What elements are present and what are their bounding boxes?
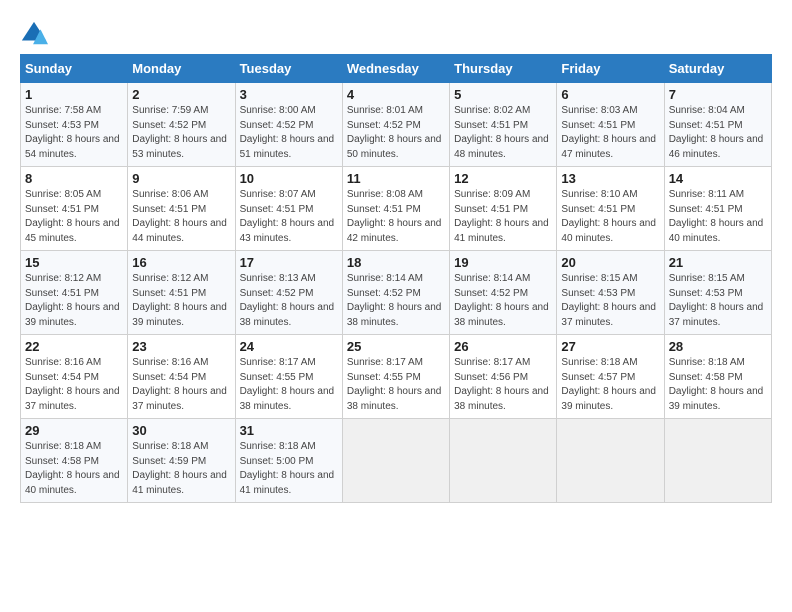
calendar-week-3: 15Sunrise: 8:12 AMSunset: 4:51 PMDayligh… [21, 251, 772, 335]
table-row [664, 419, 771, 503]
page-container: SundayMondayTuesdayWednesdayThursdayFrid… [0, 0, 792, 513]
col-header-friday: Friday [557, 55, 664, 83]
table-row: 20Sunrise: 8:15 AMSunset: 4:53 PMDayligh… [557, 251, 664, 335]
logo-icon [20, 20, 48, 48]
col-header-monday: Monday [128, 55, 235, 83]
table-row [450, 419, 557, 503]
table-row: 10Sunrise: 8:07 AMSunset: 4:51 PMDayligh… [235, 167, 342, 251]
table-row: 31Sunrise: 8:18 AMSunset: 5:00 PMDayligh… [235, 419, 342, 503]
table-row: 3Sunrise: 8:00 AMSunset: 4:52 PMDaylight… [235, 83, 342, 167]
table-row: 6Sunrise: 8:03 AMSunset: 4:51 PMDaylight… [557, 83, 664, 167]
table-row: 21Sunrise: 8:15 AMSunset: 4:53 PMDayligh… [664, 251, 771, 335]
logo [20, 20, 52, 48]
calendar-week-4: 22Sunrise: 8:16 AMSunset: 4:54 PMDayligh… [21, 335, 772, 419]
calendar-week-5: 29Sunrise: 8:18 AMSunset: 4:58 PMDayligh… [21, 419, 772, 503]
table-row: 27Sunrise: 8:18 AMSunset: 4:57 PMDayligh… [557, 335, 664, 419]
table-row: 12Sunrise: 8:09 AMSunset: 4:51 PMDayligh… [450, 167, 557, 251]
table-row [342, 419, 449, 503]
col-header-saturday: Saturday [664, 55, 771, 83]
table-row: 28Sunrise: 8:18 AMSunset: 4:58 PMDayligh… [664, 335, 771, 419]
table-row: 14Sunrise: 8:11 AMSunset: 4:51 PMDayligh… [664, 167, 771, 251]
table-row: 15Sunrise: 8:12 AMSunset: 4:51 PMDayligh… [21, 251, 128, 335]
table-row: 9Sunrise: 8:06 AMSunset: 4:51 PMDaylight… [128, 167, 235, 251]
table-row: 26Sunrise: 8:17 AMSunset: 4:56 PMDayligh… [450, 335, 557, 419]
table-row: 5Sunrise: 8:02 AMSunset: 4:51 PMDaylight… [450, 83, 557, 167]
table-row: 24Sunrise: 8:17 AMSunset: 4:55 PMDayligh… [235, 335, 342, 419]
calendar-week-1: 1Sunrise: 7:58 AMSunset: 4:53 PMDaylight… [21, 83, 772, 167]
table-row: 30Sunrise: 8:18 AMSunset: 4:59 PMDayligh… [128, 419, 235, 503]
table-row: 8Sunrise: 8:05 AMSunset: 4:51 PMDaylight… [21, 167, 128, 251]
table-row: 19Sunrise: 8:14 AMSunset: 4:52 PMDayligh… [450, 251, 557, 335]
table-row: 7Sunrise: 8:04 AMSunset: 4:51 PMDaylight… [664, 83, 771, 167]
table-row: 29Sunrise: 8:18 AMSunset: 4:58 PMDayligh… [21, 419, 128, 503]
table-row: 2Sunrise: 7:59 AMSunset: 4:52 PMDaylight… [128, 83, 235, 167]
table-row: 22Sunrise: 8:16 AMSunset: 4:54 PMDayligh… [21, 335, 128, 419]
table-row: 13Sunrise: 8:10 AMSunset: 4:51 PMDayligh… [557, 167, 664, 251]
col-header-thursday: Thursday [450, 55, 557, 83]
table-row: 17Sunrise: 8:13 AMSunset: 4:52 PMDayligh… [235, 251, 342, 335]
table-row: 11Sunrise: 8:08 AMSunset: 4:51 PMDayligh… [342, 167, 449, 251]
table-row: 25Sunrise: 8:17 AMSunset: 4:55 PMDayligh… [342, 335, 449, 419]
table-row: 16Sunrise: 8:12 AMSunset: 4:51 PMDayligh… [128, 251, 235, 335]
table-row: 23Sunrise: 8:16 AMSunset: 4:54 PMDayligh… [128, 335, 235, 419]
header [20, 16, 772, 48]
calendar-week-2: 8Sunrise: 8:05 AMSunset: 4:51 PMDaylight… [21, 167, 772, 251]
table-row [557, 419, 664, 503]
table-row: 4Sunrise: 8:01 AMSunset: 4:52 PMDaylight… [342, 83, 449, 167]
table-row: 1Sunrise: 7:58 AMSunset: 4:53 PMDaylight… [21, 83, 128, 167]
col-header-sunday: Sunday [21, 55, 128, 83]
calendar-table: SundayMondayTuesdayWednesdayThursdayFrid… [20, 54, 772, 503]
col-header-tuesday: Tuesday [235, 55, 342, 83]
col-header-wednesday: Wednesday [342, 55, 449, 83]
table-row: 18Sunrise: 8:14 AMSunset: 4:52 PMDayligh… [342, 251, 449, 335]
header-row: SundayMondayTuesdayWednesdayThursdayFrid… [21, 55, 772, 83]
